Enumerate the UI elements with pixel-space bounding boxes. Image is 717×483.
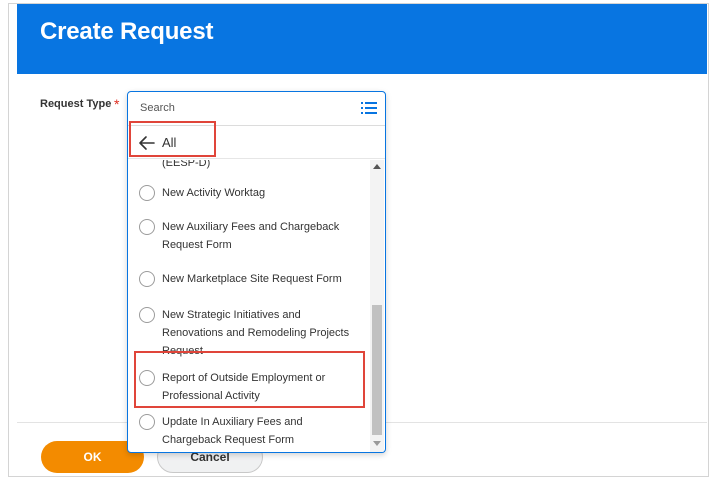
radio-button[interactable] xyxy=(139,271,155,287)
scroll-up-arrow-icon[interactable] xyxy=(373,164,381,169)
dropdown-scrollbar[interactable] xyxy=(370,160,384,452)
back-to-all-row[interactable]: All xyxy=(128,127,385,159)
scrollbar-thumb[interactable] xyxy=(372,305,382,435)
back-label: All xyxy=(162,135,177,150)
radio-button[interactable] xyxy=(139,219,155,235)
radio-button[interactable] xyxy=(139,307,155,323)
create-request-dialog: Create Request Request Type * OK Cancel … xyxy=(8,3,709,477)
radio-button[interactable] xyxy=(139,370,155,386)
options-list: (EESP-D) New Activity Worktag New Auxili… xyxy=(128,160,385,452)
request-type-label: Request Type xyxy=(40,98,112,110)
radio-button[interactable] xyxy=(139,185,155,201)
option-label: Update In Auxiliary Fees and Chargeback … xyxy=(162,416,303,446)
option-label: New Auxiliary Fees and Chargeback Reques… xyxy=(162,221,340,251)
list-view-icon[interactable] xyxy=(361,101,377,115)
search-bar xyxy=(128,92,385,126)
scroll-down-arrow-icon[interactable] xyxy=(373,441,381,446)
search-input[interactable] xyxy=(140,102,340,114)
required-marker: * xyxy=(114,96,120,112)
option-label: Report of Outside Employment or Professi… xyxy=(162,372,326,402)
dialog-header: Create Request xyxy=(17,4,707,74)
page-title: Create Request xyxy=(40,18,214,45)
back-arrow-icon[interactable] xyxy=(138,135,156,151)
option-label: New Strategic Initiatives and Renovation… xyxy=(162,309,350,357)
radio-button[interactable] xyxy=(139,414,155,430)
option-label: New Marketplace Site Request Form xyxy=(162,273,342,285)
option-label: New Activity Worktag xyxy=(162,187,266,199)
request-type-dropdown: All (EESP-D) New Activity Worktag New Au… xyxy=(127,91,386,453)
option-label: (EESP-D) xyxy=(162,160,211,169)
